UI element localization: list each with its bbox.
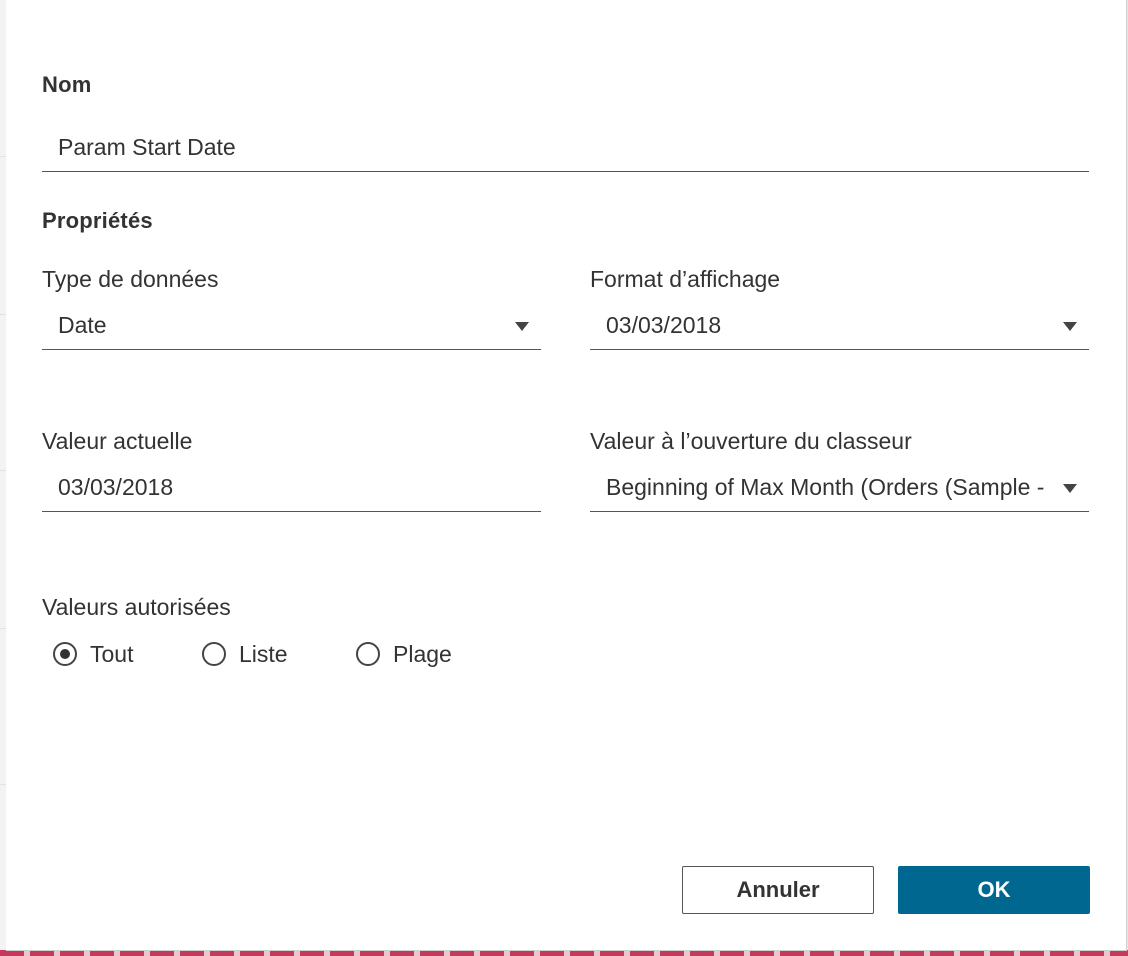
radio-unchecked-icon [356, 642, 380, 666]
current-value-value: 03/03/2018 [58, 474, 174, 500]
allowed-values-all-radio[interactable]: Tout [53, 638, 133, 670]
display-format-value: 03/03/2018 [606, 312, 722, 338]
allowed-values-label: Valeurs autorisées [42, 594, 231, 620]
caret-down-icon [515, 322, 529, 331]
radio-label-range: Plage [393, 640, 452, 667]
value-on-open-dropdown[interactable]: Beginning of Max Month (Orders (Sample -… [590, 464, 1089, 512]
display-format-label: Format d’affichage [590, 266, 781, 292]
current-value-input[interactable]: 03/03/2018 [42, 464, 541, 512]
value-on-open-label: Valeur à l’ouverture du classeur [590, 428, 912, 454]
properties-section-title: Propriétés [42, 208, 153, 233]
ok-button[interactable]: OK [898, 866, 1090, 914]
cancel-button[interactable]: Annuler [682, 866, 874, 914]
allowed-values-range-radio[interactable]: Plage [356, 638, 452, 670]
value-on-open-value: Beginning of Max Month (Orders (Sample -… [606, 474, 1049, 500]
edit-parameter-dialog: Nom Param Start Date Propriétés Type de … [6, 0, 1127, 951]
radio-label-all: Tout [90, 640, 134, 667]
data-type-value: Date [58, 312, 107, 338]
data-type-dropdown[interactable]: Date [42, 302, 541, 350]
radio-checked-icon [53, 642, 77, 666]
caret-down-icon [1063, 484, 1077, 493]
radio-unchecked-icon [202, 642, 226, 666]
radio-label-list: Liste [239, 640, 288, 667]
name-section-title: Nom [42, 72, 92, 97]
parameter-name-input[interactable]: Param Start Date [42, 124, 1089, 172]
data-type-label: Type de données [42, 266, 219, 292]
caret-down-icon [1063, 322, 1077, 331]
current-value-label: Valeur actuelle [42, 428, 193, 454]
allowed-values-list-radio[interactable]: Liste [202, 638, 288, 670]
display-format-dropdown[interactable]: 03/03/2018 [590, 302, 1089, 350]
parameter-name-value: Param Start Date [58, 134, 236, 160]
